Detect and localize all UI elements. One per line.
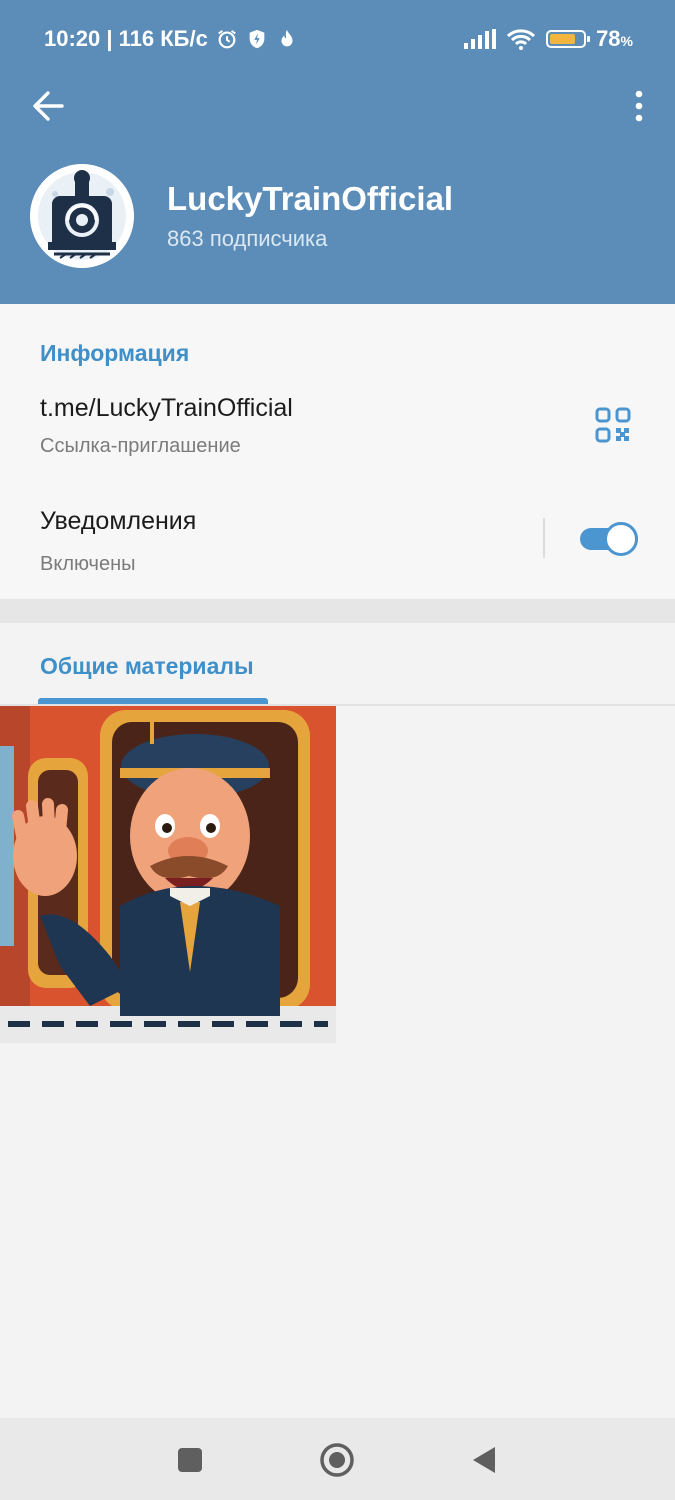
wifi-icon [507,29,536,50]
home-circle-icon[interactable] [319,1442,355,1478]
notifications-toggle[interactable] [580,522,638,556]
media-thumbnail[interactable] [0,706,336,1043]
more-vert-icon[interactable] [629,86,649,126]
notifications-state: Включены [40,553,136,575]
system-nav-bar [0,1418,675,1500]
back-triangle-icon[interactable] [467,1442,503,1478]
notifications-label: Уведомления [40,507,197,535]
channel-header: 10:20 | 116 КБ/с 78% LuckyTrainOfficial … [0,0,675,304]
tab-shared-media[interactable]: Общие материалы [40,653,254,680]
conductor-waving-image [0,706,336,1043]
back-arrow-icon[interactable] [28,86,68,126]
flame-icon [281,29,293,47]
alarm-icon [217,29,236,49]
channel-avatar[interactable] [30,164,134,268]
invite-link-caption: Ссылка-приглашение [40,435,241,457]
divider [543,518,545,558]
section-gap [0,599,675,623]
status-time-speed: 10:20 | 116 КБ/с [44,26,208,51]
subscriber-count: 863 подписчика [167,226,328,251]
status-bar: 10:20 | 116 КБ/с 78% [0,20,675,58]
train-logo-icon [30,164,134,268]
battery-icon [546,30,591,48]
shield-icon [249,29,265,49]
battery-percent: 78% [596,26,633,51]
channel-name: LuckyTrainOfficial [167,180,454,217]
qr-code-icon[interactable] [594,406,632,444]
signal-icon [464,29,497,49]
info-section-title: Информация [40,340,190,366]
recents-square-icon[interactable] [172,1442,208,1478]
invite-link[interactable]: t.me/LuckyTrainOfficial [40,394,293,423]
